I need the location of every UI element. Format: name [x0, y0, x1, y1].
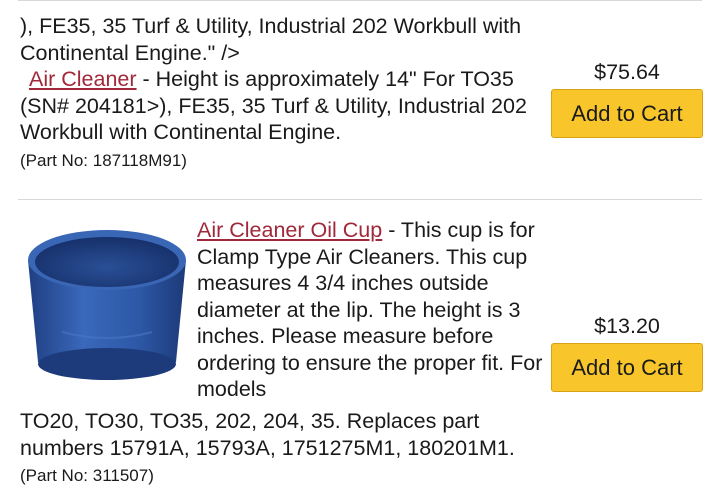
product-description-oil-cup: Air Cleaner Oil Cup - This cup is for Cl… — [197, 217, 547, 403]
price-air-cleaner: $75.64 — [594, 60, 660, 84]
product-description: Air Cleaner - Height is approximately 14… — [20, 66, 545, 146]
product-link-air-cleaner[interactable]: Air Cleaner — [29, 67, 137, 91]
product-description-oil-cup-continued: TO20, TO30, TO35, 202, 204, 35. Replaces… — [20, 408, 540, 490]
item-divider — [18, 199, 702, 200]
previous-description-continuation: ), FE35, 35 Turf & Utility, Industrial 2… — [20, 14, 522, 65]
product-description-text: - This cup is for Clamp Type Air Cleaner… — [197, 218, 543, 401]
add-to-cart-button-oil-cup[interactable]: Add to Cart — [551, 343, 703, 392]
product-link-air-cleaner-oil-cup[interactable]: Air Cleaner Oil Cup — [197, 218, 382, 242]
oil-cup-image[interactable] — [22, 222, 192, 392]
part-number: (Part No: 311507) — [20, 466, 154, 485]
price-oil-cup: $13.20 — [594, 314, 660, 338]
price-block-air-cleaner: $75.64 Add to Cart — [546, 60, 708, 138]
part-number: (Part No: 187118M91) — [20, 150, 187, 170]
product-item-air-cleaner: ), FE35, 35 Turf & Utility, Industrial 2… — [20, 13, 545, 174]
add-to-cart-button-air-cleaner[interactable]: Add to Cart — [551, 89, 703, 138]
top-divider — [18, 0, 702, 1]
product-description-text-continued: TO20, TO30, TO35, 202, 204, 35. Replaces… — [20, 409, 515, 460]
price-block-oil-cup: $13.20 Add to Cart — [546, 314, 708, 392]
